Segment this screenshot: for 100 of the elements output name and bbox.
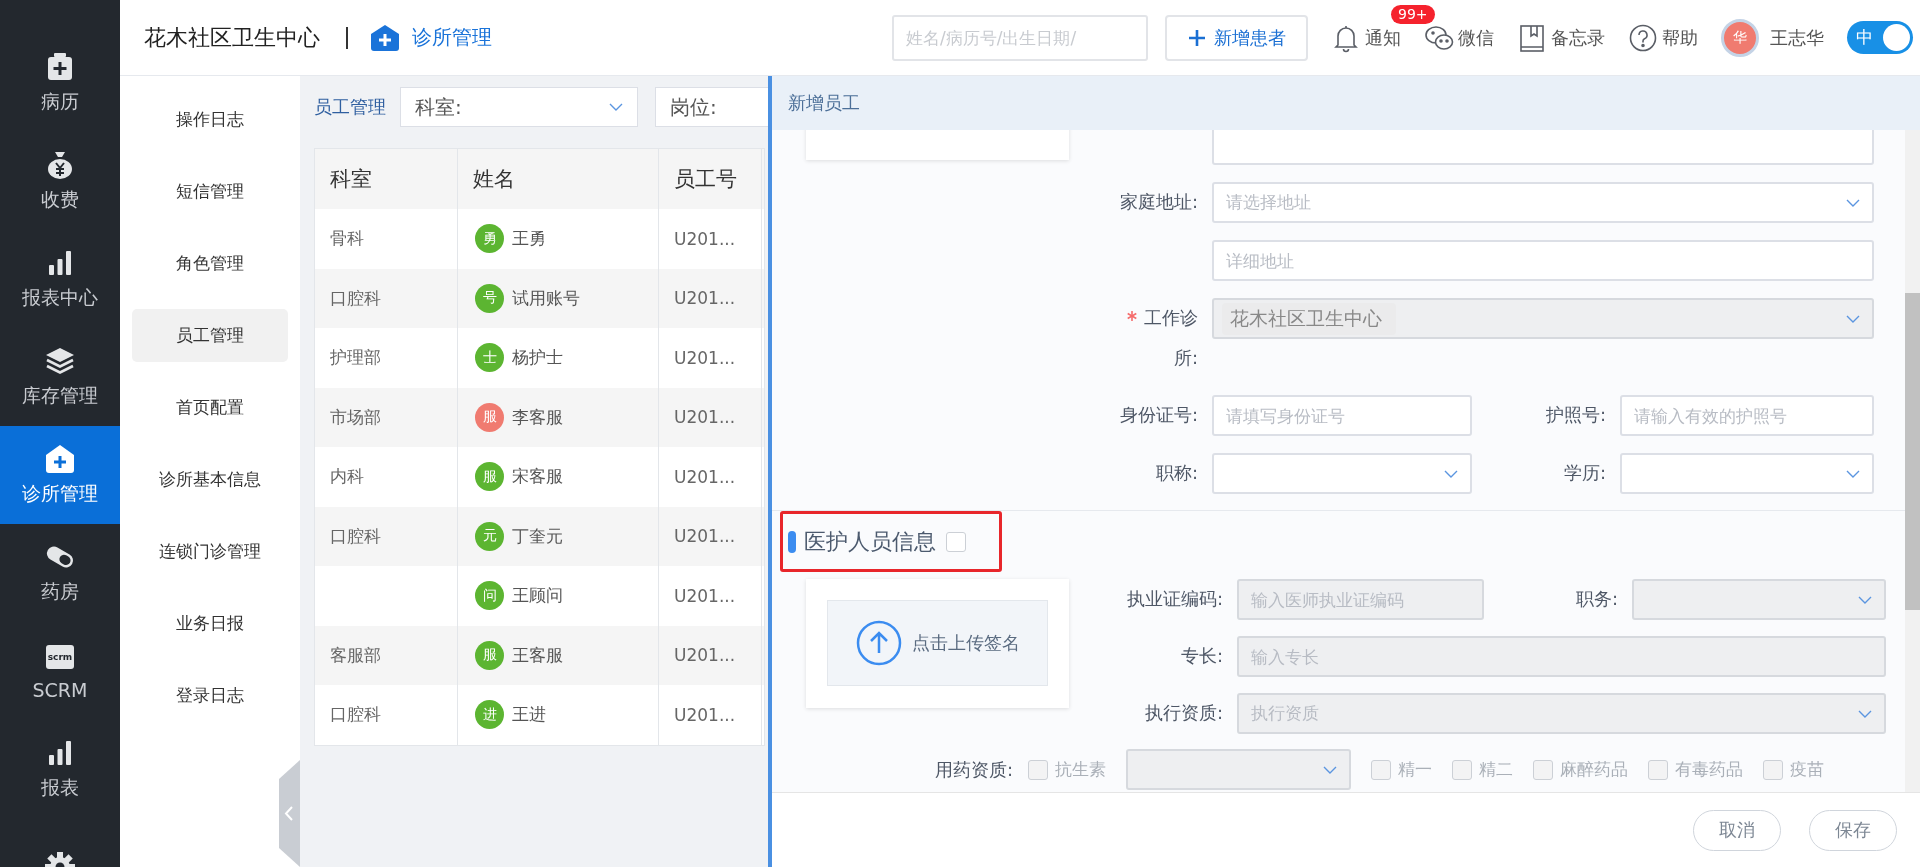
checkbox[interactable] (1763, 759, 1784, 780)
menu-item[interactable]: 员工管理 (132, 309, 288, 362)
chevron-down-icon (1846, 469, 1860, 478)
menu-item[interactable]: 短信管理 (132, 165, 288, 218)
memo-button[interactable]: 备忘录 (1517, 22, 1605, 53)
select-field[interactable] (1126, 749, 1352, 790)
staff-name: 王勇 (512, 227, 546, 251)
menu-item[interactable]: 首页配置 (132, 381, 288, 434)
filter-dropdown[interactable]: 科室: (400, 87, 638, 127)
section-title: 医护人员信息 (804, 527, 936, 556)
module-title: 诊所管理 (412, 24, 492, 51)
house-plus-icon (370, 23, 400, 52)
checkbox-label: 抗生素 (1055, 758, 1107, 781)
menu-item[interactable]: 角色管理 (132, 237, 288, 290)
help-icon (1628, 22, 1658, 53)
clinic-tag: 花木社区卫生中心 (1222, 302, 1396, 335)
column-header: 姓名 (458, 149, 659, 209)
sidebar-item[interactable]: 报表中心 (0, 230, 120, 328)
sidebar-item[interactable]: 收费 (0, 132, 120, 230)
staff-name: 李客服 (512, 405, 563, 429)
field-label: 工作诊所: (1108, 298, 1198, 378)
checkbox[interactable] (1028, 759, 1049, 780)
select-field[interactable] (1620, 453, 1874, 494)
select-placeholder: 请选择地址 (1226, 191, 1311, 214)
table-row[interactable]: 市场部 服 李客服 U201... (315, 387, 764, 447)
panel-title: 新增员工 (788, 91, 860, 115)
sidebar-item[interactable]: 病历 (0, 34, 120, 132)
column-header: 科室 (315, 149, 458, 209)
scrollbar[interactable] (1905, 130, 1920, 792)
table-row[interactable]: 口腔科 进 王进 U201... (315, 685, 764, 745)
table-cell: 市场部 (330, 405, 381, 429)
avatar-badge: 服 (475, 402, 504, 432)
avatar-badge: 号 (475, 283, 504, 313)
toggle-knob (1883, 24, 1910, 51)
notifications-button[interactable]: 通知 (1331, 22, 1401, 53)
table-row[interactable]: 口腔科 元 丁奎元 U201... (315, 506, 764, 566)
field-label: 身份证号: (1119, 403, 1198, 427)
select-field[interactable] (1212, 453, 1472, 494)
input-field[interactable] (1212, 130, 1874, 165)
column-header: 员工号 (659, 149, 762, 209)
menu-item[interactable]: 业务日报 (132, 597, 288, 650)
layers-icon (44, 345, 76, 377)
footer-button[interactable]: 保存 (1809, 809, 1897, 851)
menu-item[interactable]: 诊所基本信息 (132, 453, 288, 506)
footer-button[interactable]: 取消 (1693, 809, 1781, 851)
upload-signature-button[interactable]: 点击上传签名 (827, 600, 1048, 686)
table-row[interactable]: 问 王顾问 U201... (315, 566, 764, 626)
new-patient-button[interactable]: 新增患者 (1165, 14, 1308, 61)
collapse-handle[interactable] (279, 760, 300, 867)
sidebar-item[interactable]: 诊所管理 (0, 426, 120, 524)
menu-item[interactable]: 登录日志 (132, 669, 288, 722)
notification-badge: 99+ (1391, 4, 1435, 24)
table-row[interactable]: 内科 服 宋客服 U201... (315, 447, 764, 507)
field-label: 职称: (1155, 461, 1198, 485)
book-icon (1517, 22, 1547, 53)
chevron-down-icon (1323, 765, 1338, 774)
table-cell: U201... (674, 288, 736, 309)
select-field[interactable] (1632, 579, 1886, 620)
chat-button[interactable]: 微信 (1424, 22, 1494, 53)
chevron-down-icon (609, 103, 623, 111)
section-marker-icon (788, 530, 796, 553)
input-field[interactable]: 详细地址 (1212, 240, 1874, 281)
input-field[interactable]: 请填写身份证号 (1212, 395, 1472, 436)
table-row[interactable]: 护理部 士 杨护士 U201... (315, 328, 764, 388)
menu-item[interactable]: 连锁门诊管理 (132, 525, 288, 578)
table-cell: U201... (674, 347, 736, 368)
user-name: 王志华 (1770, 25, 1824, 50)
table-cell: 护理部 (330, 346, 381, 370)
table-cell: 内科 (330, 465, 364, 489)
checkbox[interactable] (1648, 759, 1669, 780)
table-row[interactable]: 骨科 勇 王勇 U201... (315, 209, 764, 269)
menu-item[interactable]: 操作日志 (132, 93, 288, 146)
table-cell: U201... (674, 407, 736, 428)
house-plus-icon (44, 443, 76, 475)
table-row[interactable]: 口腔科 号 试用账号 U201... (315, 268, 764, 328)
sidebar-item[interactable]: 库存管理 (0, 328, 120, 426)
checkbox[interactable] (946, 531, 966, 552)
checkbox[interactable] (1452, 759, 1473, 780)
filter-dropdown[interactable]: 岗位: (655, 87, 768, 127)
chevron-down-icon (1858, 709, 1872, 718)
plus-icon (1187, 28, 1206, 47)
sidebar-item[interactable]: scrm SCRM (0, 622, 120, 720)
checkbox[interactable] (1533, 759, 1554, 780)
field-label: 职务: (1575, 587, 1618, 611)
table-row[interactable]: 客服部 服 王客服 U201... (315, 625, 764, 685)
avatar-badge: 服 (475, 462, 504, 492)
field-label: 执业证编码: (1126, 587, 1223, 611)
table-cell: U201... (674, 526, 736, 547)
field-label: 护照号: (1545, 403, 1606, 427)
table-cell: U201... (674, 228, 736, 249)
table-cell: 口腔科 (330, 286, 381, 310)
checkbox[interactable] (1371, 759, 1392, 780)
help-button[interactable]: 帮助 (1628, 22, 1698, 53)
field-label: 执行资质: (1144, 701, 1223, 725)
table-cell: 口腔科 (330, 524, 381, 548)
input-field[interactable]: 请输入有效的护照号 (1620, 395, 1874, 436)
chevron-down-icon (1846, 314, 1860, 323)
sidebar-item[interactable]: 药房 (0, 524, 120, 622)
sidebar-item[interactable]: 报表 (0, 720, 120, 818)
field-label: 专长: (1180, 644, 1223, 668)
